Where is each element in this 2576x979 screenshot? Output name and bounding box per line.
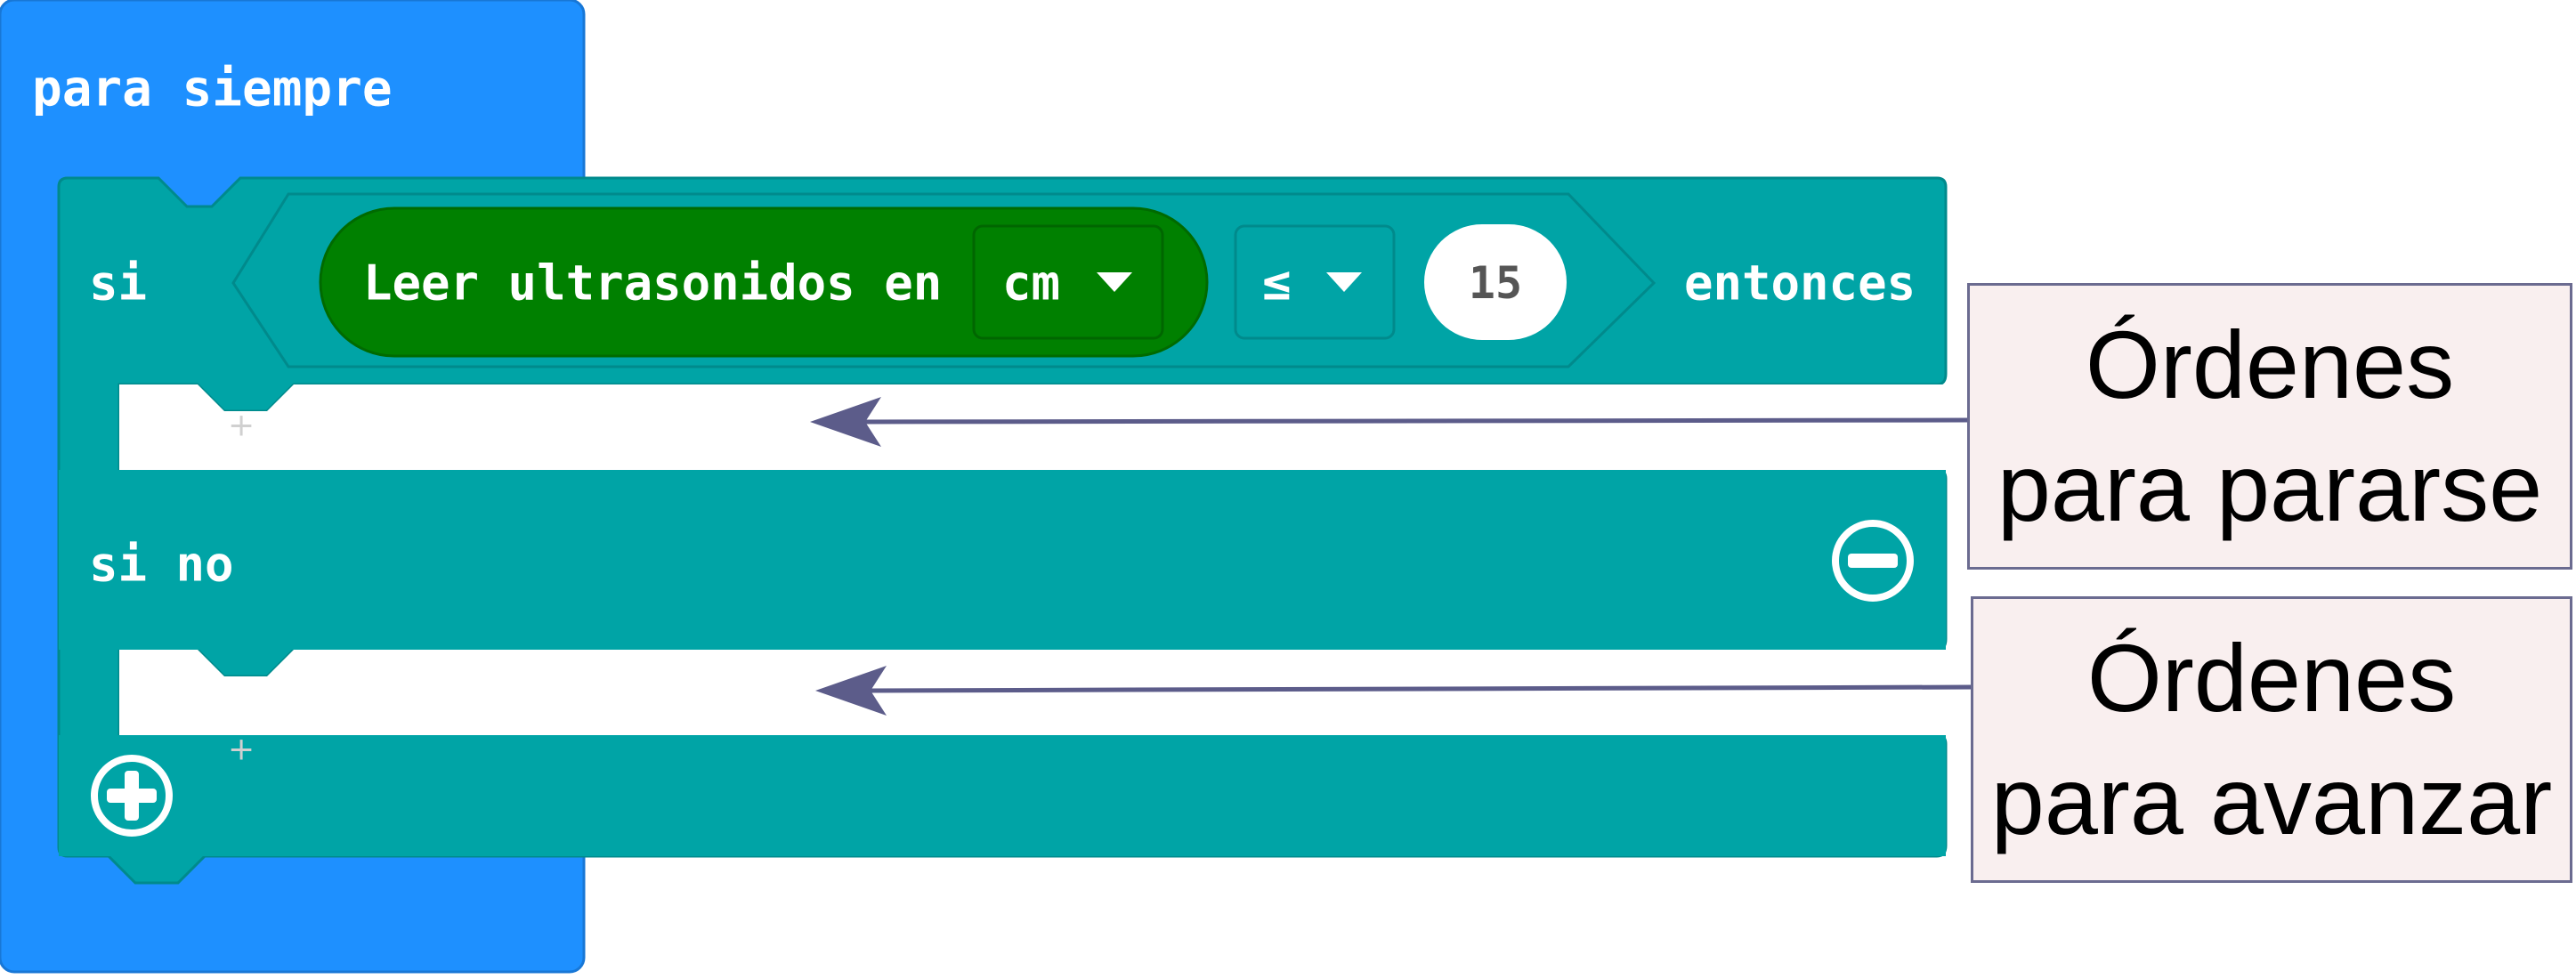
callout-stop-line2: para pararse: [1997, 433, 2543, 541]
unit-dropdown-value: cm: [1002, 255, 1060, 312]
if-else-block[interactable]: + + si Leer ultrasonidos en cm ≤ 15 ento…: [57, 176, 1948, 885]
callout-forward-commands: Órdenes para avanzar: [1971, 596, 2572, 883]
if-label: si: [89, 255, 147, 312]
callout-stop-line1: Órdenes: [2085, 311, 2455, 418]
callout-stop-commands: Órdenes para pararse: [1967, 283, 2572, 570]
callout-forward-text: Órdenes para avanzar: [1991, 617, 2552, 862]
ultrasonic-read-block[interactable]: Leer ultrasonidos en cm: [319, 206, 1209, 358]
operator-dropdown[interactable]: [1234, 224, 1396, 340]
then-label: entonces: [1684, 255, 1916, 312]
compare-value-text: 15: [1469, 257, 1522, 309]
forever-block-label: para siempre: [32, 61, 393, 118]
ultrasonic-read-label: Leer ultrasonidos en: [363, 255, 942, 312]
callout-forward-line2: para avanzar: [1990, 747, 2553, 854]
else-row: [59, 470, 1946, 650]
slot-plus-marker: +: [228, 732, 255, 768]
callout-stop-text: Órdenes para pararse: [1997, 303, 2542, 549]
operator-dropdown-value: ≤: [1262, 255, 1292, 312]
callout-forward-line1: Órdenes: [2086, 624, 2457, 732]
makecode-blocks-canvas: para siempre + + si Leer ultrasonidos en…: [0, 0, 2576, 975]
slot-plus-marker: +: [228, 408, 255, 444]
bottom-row: [59, 735, 1946, 856]
else-label: si no: [89, 537, 234, 593]
